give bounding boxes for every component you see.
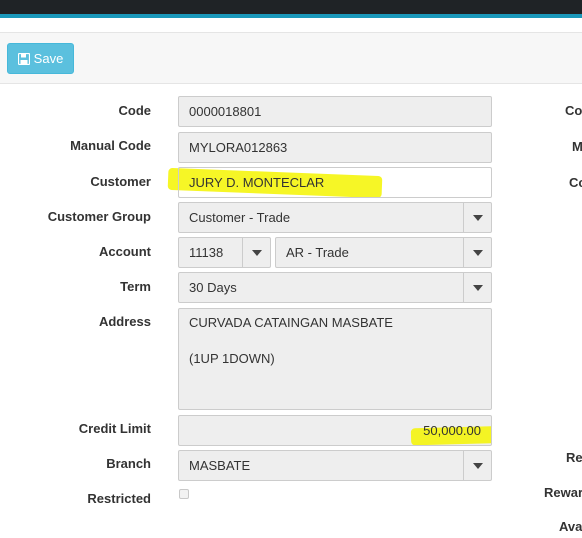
code-label: Code — [118, 103, 152, 118]
right-label-6: Ava — [559, 519, 582, 534]
manual-code-label: Manual Code — [70, 138, 151, 153]
right-label-3: Co — [569, 175, 582, 190]
account-name-select[interactable]: AR - Trade — [275, 237, 492, 268]
address-textarea[interactable]: CURVADA CATAINGAN MASBATE (1UP 1DOWN) — [178, 308, 492, 410]
address-label: Address — [98, 314, 151, 329]
branch-select[interactable]: MASBATE — [178, 450, 492, 481]
account-number-select[interactable]: 11138 — [178, 237, 271, 268]
customer-label: Customer — [90, 174, 151, 189]
save-button[interactable]: Save — [7, 43, 74, 74]
restricted-checkbox[interactable] — [179, 489, 189, 499]
account-name-value: AR - Trade — [286, 245, 349, 260]
restricted-label: Restricted — [87, 491, 151, 506]
chevron-down-icon[interactable] — [463, 238, 491, 267]
account-number-value: 11138 — [189, 245, 224, 260]
branch-value: MASBATE — [189, 458, 251, 473]
term-select[interactable]: 30 Days — [178, 272, 492, 303]
top-navigation-bar — [0, 0, 582, 14]
account-label: Account — [99, 244, 151, 259]
chevron-down-icon[interactable] — [463, 273, 491, 302]
customer-group-label: Customer Group — [47, 209, 151, 224]
right-label-4: Re — [566, 450, 582, 465]
code-field[interactable]: 0000018801 — [178, 96, 492, 127]
chevron-down-icon[interactable] — [463, 203, 491, 232]
right-label-2: M — [572, 139, 582, 154]
chevron-down-icon[interactable] — [463, 451, 491, 480]
floppy-disk-icon — [17, 52, 30, 65]
chevron-down-icon[interactable] — [242, 238, 270, 267]
top-accent-stripe — [0, 14, 582, 18]
toolbar: Save — [0, 32, 582, 84]
save-button-label: Save — [33, 51, 64, 66]
term-label: Term — [120, 279, 151, 294]
term-value: 30 Days — [189, 280, 237, 295]
manual-code-field[interactable]: MYLORA012863 — [178, 132, 492, 163]
right-label-1: Co — [565, 103, 582, 118]
credit-limit-value: 50,000.00 — [423, 423, 481, 438]
branch-label: Branch — [106, 456, 151, 471]
customer-field[interactable]: JURY D. MONTECLAR — [178, 167, 492, 198]
customer-group-select[interactable]: Customer - Trade — [178, 202, 492, 233]
right-label-5: Rewar — [544, 485, 582, 500]
customer-group-value: Customer - Trade — [189, 210, 291, 225]
credit-limit-label: Credit Limit — [78, 421, 151, 436]
credit-limit-field[interactable]: 50,000.00 — [178, 415, 492, 446]
